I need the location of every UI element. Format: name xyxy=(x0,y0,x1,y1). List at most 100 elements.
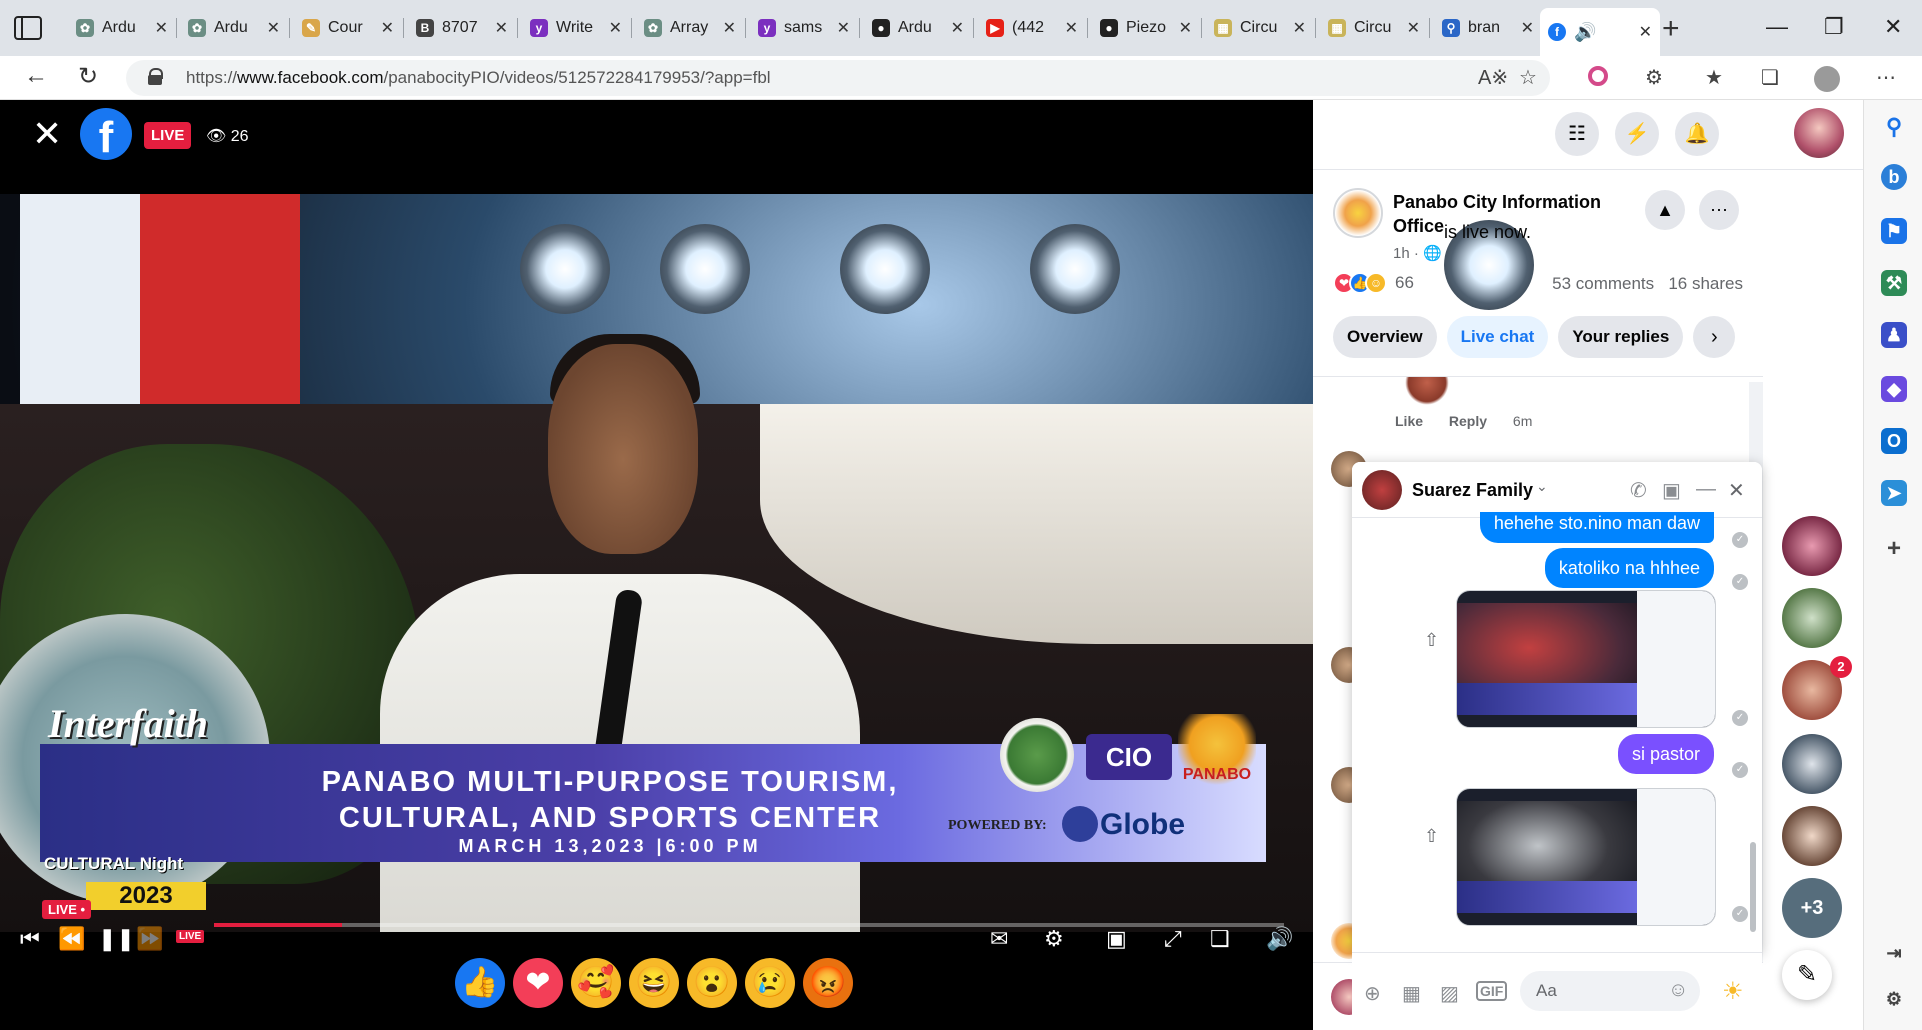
photo-icon[interactable]: ▦ xyxy=(1402,981,1421,1006)
close-window-icon[interactable]: ✕ xyxy=(1884,14,1902,40)
reaction-summary[interactable]: ❤ 👍 ☺ 66 xyxy=(1333,272,1414,294)
bing-chat-icon[interactable]: b xyxy=(1881,164,1907,190)
close-icon[interactable]: ✕ xyxy=(32,116,62,152)
read-aloud-icon[interactable]: A※ xyxy=(1478,66,1508,90)
restore-icon[interactable]: ❐ xyxy=(1824,14,1844,40)
lock-icon[interactable] xyxy=(148,68,163,85)
save-post-icon[interactable]: ▲ xyxy=(1645,190,1685,230)
post-time[interactable]: 1h · 🌐 xyxy=(1393,244,1442,262)
reply-link[interactable]: Reply xyxy=(1449,413,1487,429)
extensions-icon[interactable]: ⚙ xyxy=(1642,66,1666,90)
close-tab-icon[interactable]: ✕ xyxy=(609,18,622,38)
gif-icon[interactable]: GIF xyxy=(1476,981,1508,1001)
settings-icon[interactable]: ⚙ xyxy=(1044,928,1064,950)
browser-tab[interactable]: ● Ardu ✕ xyxy=(864,12,972,44)
add-icon[interactable]: + xyxy=(1881,536,1907,562)
message-bubble[interactable]: katoliko na hhhee xyxy=(1544,548,1714,588)
chevron-down-icon[interactable]: ⌄ xyxy=(1536,478,1548,495)
hd-icon[interactable]: ▣ xyxy=(1106,928,1127,950)
rewind-icon[interactable]: ⏪ xyxy=(58,928,85,950)
browser-tab[interactable]: y sams ✕ xyxy=(750,12,858,44)
browser-tab[interactable]: ⚲ bran ✕ xyxy=(1434,12,1542,44)
chat-name[interactable]: Suarez Family xyxy=(1412,480,1533,501)
browser-tab[interactable]: ✿ Array ✕ xyxy=(636,12,744,44)
haha-reaction-icon[interactable]: 😆 xyxy=(629,958,679,1008)
browser-tab[interactable]: ✎ Cour ✕ xyxy=(294,12,402,44)
new-message-icon[interactable]: ✎ xyxy=(1782,950,1832,1000)
menu-grid-icon[interactable]: ☷ xyxy=(1555,112,1599,156)
video-frame[interactable]: PANABO MULTI-PURPOSE TOURISM, CULTURAL, … xyxy=(0,194,1313,932)
message-bubble[interactable]: hehehe sto.nino man daw xyxy=(1479,512,1714,543)
close-tab-icon[interactable]: ✕ xyxy=(951,18,964,38)
browser-tab[interactable]: ▦ Circu ✕ xyxy=(1320,12,1428,44)
hide-sidebar-icon[interactable]: ⇥ xyxy=(1881,940,1907,966)
shared-screenshot[interactable] xyxy=(1456,788,1716,926)
fullscreen-icon[interactable]: ⤢ xyxy=(1164,928,1182,950)
notifications-bell-icon[interactable]: 🔔 xyxy=(1675,112,1719,156)
pip-icon[interactable]: ❑ xyxy=(1210,928,1230,950)
new-tab-icon[interactable]: + xyxy=(1662,12,1680,46)
wow-reaction-icon[interactable]: 😮 xyxy=(687,958,737,1008)
sad-reaction-icon[interactable]: 😢 xyxy=(745,958,795,1008)
share-icon[interactable]: ⇧ xyxy=(1424,630,1439,651)
live-indicator[interactable]: LIVE xyxy=(176,930,205,943)
skip-back-icon[interactable]: ⏮ xyxy=(20,928,40,950)
search-icon[interactable]: ⚲ xyxy=(1881,114,1907,140)
tab-your-replies[interactable]: Your replies xyxy=(1558,316,1684,358)
collections-icon[interactable]: ❏ xyxy=(1758,66,1782,90)
close-tab-icon[interactable]: ✕ xyxy=(381,18,394,38)
captions-icon[interactable]: ✉ xyxy=(990,928,1008,950)
close-tab-icon[interactable]: ✕ xyxy=(495,18,508,38)
shares-count[interactable]: 16 shares xyxy=(1668,274,1743,293)
angry-reaction-icon[interactable]: 😡 xyxy=(803,958,853,1008)
browser-tab[interactable]: ● Piezo ✕ xyxy=(1092,12,1200,44)
chat-scrollbar[interactable] xyxy=(1748,522,1758,942)
minimize-icon[interactable]: — xyxy=(1766,14,1788,40)
contact-avatar[interactable] xyxy=(1782,588,1842,648)
refresh-icon[interactable]: ↻ xyxy=(78,62,98,91)
sticker-icon[interactable]: ▨ xyxy=(1440,981,1459,1006)
quick-reaction-icon[interactable]: ☀ xyxy=(1722,977,1744,1006)
comment-time[interactable]: 6m xyxy=(1513,413,1532,429)
send-icon[interactable]: ➤ xyxy=(1881,480,1907,506)
close-tab-icon[interactable]: ✕ xyxy=(723,18,736,38)
speaker-icon[interactable]: 🔊 xyxy=(1574,22,1635,43)
games-icon[interactable]: ♟ xyxy=(1881,322,1907,348)
account-avatar[interactable] xyxy=(1794,108,1844,158)
settings-icon[interactable]: ⚙ xyxy=(1881,986,1907,1012)
close-tab-icon[interactable]: ✕ xyxy=(1293,18,1306,38)
close-tab-icon[interactable]: ✕ xyxy=(1639,22,1652,42)
close-chat-icon[interactable]: ✕ xyxy=(1728,478,1745,503)
contact-avatar[interactable] xyxy=(1782,734,1842,794)
close-tab-icon[interactable]: ✕ xyxy=(1179,18,1192,38)
contact-avatar[interactable] xyxy=(1782,516,1842,576)
browser-tab[interactable]: ✿ Ardu ✕ xyxy=(180,12,288,44)
share-icon[interactable]: ⇧ xyxy=(1424,826,1439,847)
message-bubble[interactable]: si pastor xyxy=(1617,734,1714,774)
extension-color-icon[interactable] xyxy=(1586,66,1610,90)
close-tab-icon[interactable]: ✕ xyxy=(1521,18,1534,38)
pause-icon[interactable]: ❚❚ xyxy=(98,928,135,950)
emoji-icon[interactable]: ☺ xyxy=(1668,979,1688,1002)
like-reaction-icon[interactable]: 👍 xyxy=(455,958,505,1008)
browser-tab[interactable]: ✿ Ardu ✕ xyxy=(68,12,176,44)
page-avatar[interactable] xyxy=(1333,188,1383,238)
browser-tab[interactable]: ▶ (442 ✕ xyxy=(978,12,1086,44)
outlook-icon[interactable]: O xyxy=(1881,428,1907,454)
close-tab-icon[interactable]: ✕ xyxy=(155,18,168,38)
tab-actions-icon[interactable] xyxy=(14,16,42,40)
facebook-logo-icon[interactable]: f xyxy=(80,108,132,162)
care-reaction-icon[interactable]: 🥰 xyxy=(571,958,621,1008)
tab-live-chat[interactable]: Live chat xyxy=(1446,316,1549,358)
minimize-chat-icon[interactable]: — xyxy=(1696,478,1716,501)
back-arrow-icon[interactable]: ← xyxy=(24,62,48,90)
love-reaction-icon[interactable]: ❤ xyxy=(513,958,563,1008)
shopping-tag-icon[interactable]: ⚑ xyxy=(1881,218,1907,244)
phone-icon[interactable]: ✆ xyxy=(1630,478,1647,503)
office-icon[interactable]: ◆ xyxy=(1881,376,1907,402)
browser-tab[interactable]: y Write ✕ xyxy=(522,12,630,44)
comments-count[interactable]: 53 comments xyxy=(1552,274,1654,293)
address-bar[interactable]: https://www.facebook.com/panabocityPIO/v… xyxy=(126,60,1550,96)
close-tab-icon[interactable]: ✕ xyxy=(837,18,850,38)
tools-icon[interactable]: ⚒ xyxy=(1881,270,1907,296)
